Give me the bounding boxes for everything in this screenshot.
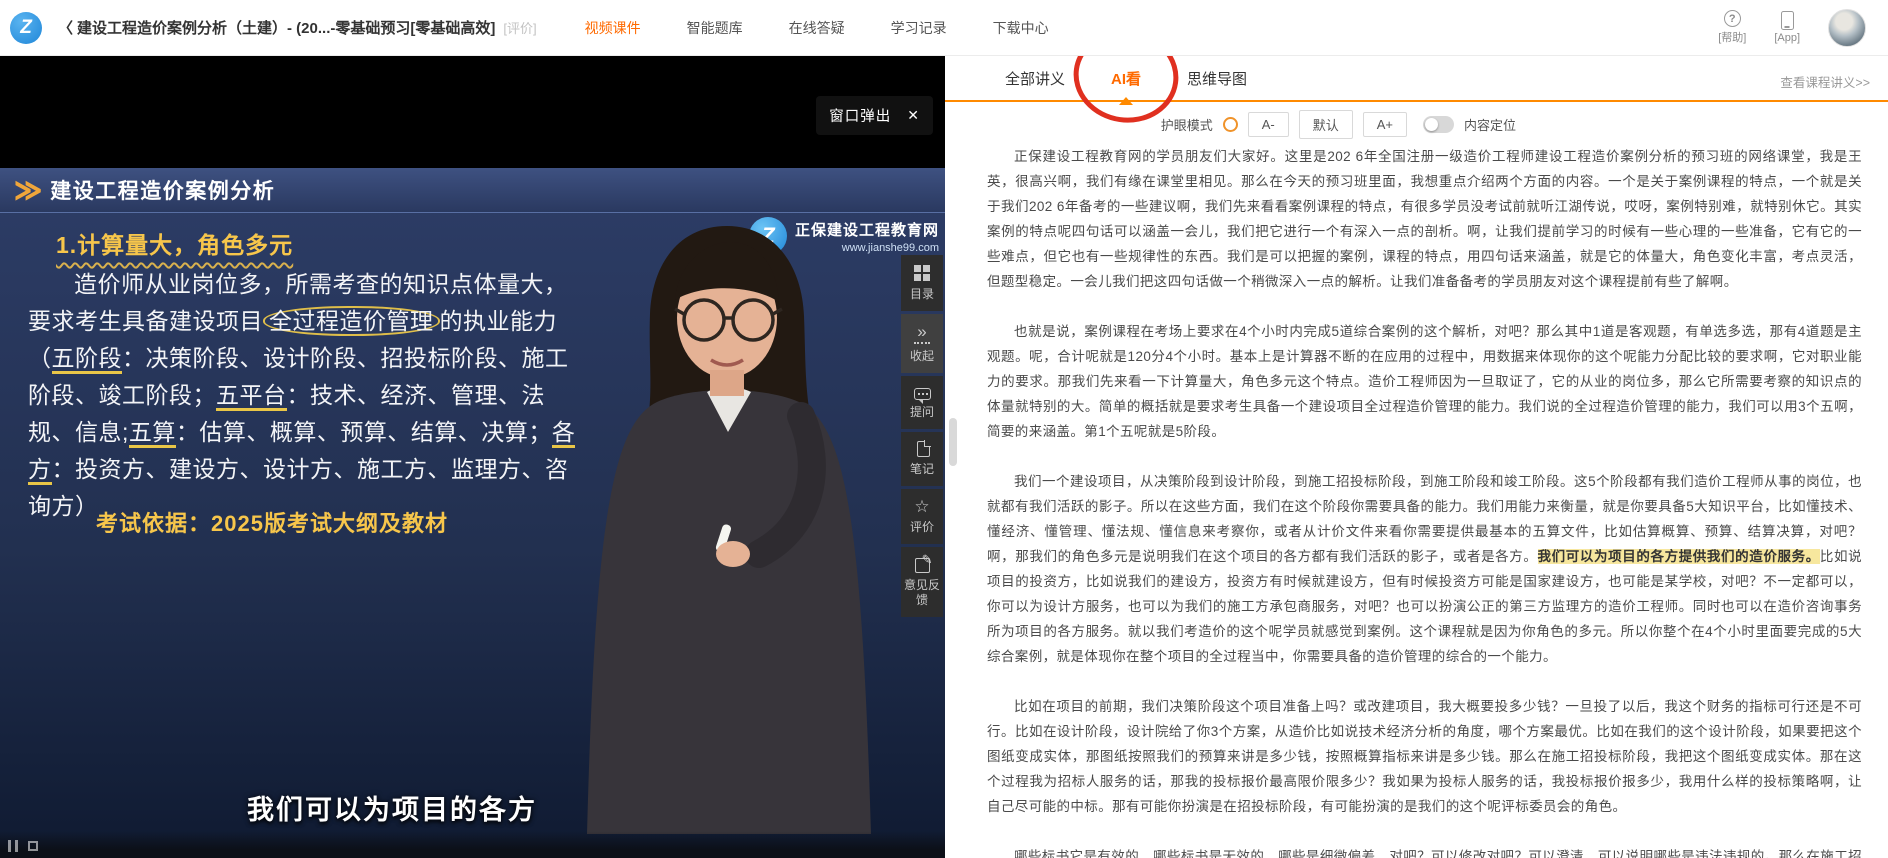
feedback-icon bbox=[915, 558, 930, 573]
star-icon: ☆ bbox=[914, 498, 929, 515]
toolbar-item-label: 提问 bbox=[910, 405, 934, 420]
transcript-highlighted-sentence: 我们可以为项目的各方提供我们的造价服务。 bbox=[1538, 549, 1820, 564]
slide-title: 建设工程造价案例分析 bbox=[50, 175, 275, 205]
toolbar-item-label: 目录 bbox=[910, 287, 934, 302]
video-side-toolbar: 目录 » 收起提问笔记 ☆ 评价意见反馈 bbox=[901, 255, 943, 617]
grid-icon bbox=[913, 264, 931, 282]
topbar-menu: 视频课件 智能题库 在线答疑 学习记录 下载中心 bbox=[585, 18, 1049, 38]
main-area: ≫ 建设工程造价案例分析 Z 正保建设工程教育网 www.jianshe99.c… bbox=[0, 56, 1888, 858]
toolbar-item-label: 意见反馈 bbox=[904, 578, 940, 608]
popup-window-chip[interactable]: 窗口弹出 ✕ bbox=[816, 96, 933, 135]
active-tab-caret-icon bbox=[1119, 97, 1133, 105]
transcript-text-run: 也就是说，案例课程在考场上要求在4个小时内完成5道综合案例的这个解析，对吧？那么… bbox=[987, 324, 1862, 439]
site-logo-icon[interactable]: Z bbox=[10, 12, 42, 44]
slide-body-text: 造价师从业岗位多，所需考查的知识点体量大，要求考生具备建设项目全过程造价管理的执… bbox=[28, 266, 580, 525]
tab-思维导图[interactable]: 思维导图 bbox=[1187, 68, 1247, 89]
stop-icon[interactable] bbox=[28, 841, 38, 851]
ai-transcript: 正保建设工程教育网的学员朋友们大家好。这里是202 6年全国注册一级造价工程师建… bbox=[987, 144, 1862, 858]
toolbar-item-feedback[interactable]: 意见反馈 bbox=[901, 547, 943, 617]
tab-AI看[interactable]: AI看 bbox=[1111, 68, 1141, 89]
toolbar-item-grid[interactable]: 目录 bbox=[901, 255, 943, 311]
slide-text-run: ：估算、概算、预算、结算、决算； bbox=[176, 419, 552, 445]
rating-link[interactable]: [评价] bbox=[503, 18, 536, 37]
font-default-button[interactable]: 默认 bbox=[1299, 110, 1353, 139]
video-player[interactable]: ≫ 建设工程造价案例分析 Z 正保建设工程教育网 www.jianshe99.c… bbox=[0, 56, 945, 858]
reader-settings-bar: 护眼模式 A- 默认 A+ 内容定位 bbox=[1161, 110, 1516, 139]
course-title: 建设工程造价案例分析（土建）- (20...-零基础预习[零基础高效] bbox=[77, 17, 495, 38]
handout-panel: 全部讲义AI看思维导图 查看课程讲义>> 护眼模式 A- 默认 A+ 内容定位 … bbox=[945, 56, 1888, 858]
eye-mode-label: 护眼模式 bbox=[1161, 115, 1213, 134]
menu-item-1[interactable]: 智能题库 bbox=[687, 18, 743, 38]
exam-basis-line: 考试依据：2025版考试大纲及教材 bbox=[96, 506, 448, 538]
transcript-text-run: 比如在项目的前期，我们决策阶段这个项目准备上吗？或改建项目，我大概要投多少钱？一… bbox=[987, 699, 1862, 814]
app-button[interactable]: [App] bbox=[1774, 11, 1800, 44]
content-locate-toggle[interactable] bbox=[1423, 116, 1454, 133]
pause-icon[interactable] bbox=[8, 840, 18, 852]
app-label: [App] bbox=[1774, 32, 1800, 44]
transcript-text-run: 正保建设工程教育网的学员朋友们大家好。这里是202 6年全国注册一级造价工程师建… bbox=[987, 149, 1862, 289]
video-subtitle: 我们可以为项目的各方 bbox=[247, 788, 537, 827]
panel-tabs-row: 全部讲义 AI看 思维导图 bbox=[945, 56, 1888, 102]
menu-item-0[interactable]: 视频课件 bbox=[585, 18, 641, 38]
top-navigation-bar: Z 〈 建设工程造价案例分析（土建）- (20...-零基础预习[零基础高效] … bbox=[0, 0, 1888, 56]
panel-resize-handle[interactable] bbox=[949, 418, 957, 466]
transcript-text-run: 哪些标书它是有效的，哪些标书是无效的，哪些是细微偏差，对吧？可以修改对吧？可以澄… bbox=[987, 849, 1862, 858]
toolbar-item-note[interactable]: 笔记 bbox=[901, 432, 943, 486]
transcript-paragraph-3: 我们一个建设项目，从决策阶段到设计阶段，到施工招投标阶段，到施工阶段和竣工阶段。… bbox=[987, 469, 1862, 669]
slide-text-marked-circle: 全过程造价管理 bbox=[263, 306, 440, 336]
popup-label: 窗口弹出 bbox=[829, 105, 891, 126]
toolbar-item-label: 笔记 bbox=[910, 462, 934, 477]
content-locate-label: 内容定位 bbox=[1464, 115, 1516, 134]
phone-icon bbox=[1781, 11, 1794, 30]
collapse-icon: » bbox=[914, 323, 930, 344]
transcript-text-run: 比如说项目的投资方，比如说我们的建设方，投资方有时候就建设方，但有时候投资方可能… bbox=[987, 549, 1862, 664]
font-smaller-button[interactable]: A- bbox=[1248, 112, 1289, 137]
note-icon bbox=[917, 441, 930, 457]
transcript-paragraph-4: 比如在项目的前期，我们决策阶段这个项目准备上吗？或改建项目，我大概要投多少钱？一… bbox=[987, 694, 1862, 819]
slide-heading: 1.计算量大，角色多元 bbox=[56, 226, 293, 260]
chat-icon bbox=[914, 388, 931, 400]
slide-header-band: ≫ 建设工程造价案例分析 bbox=[0, 168, 945, 213]
slide-text-marked-under: 五平台 bbox=[216, 382, 287, 411]
transcript-paragraph-5: 哪些标书它是有效的，哪些标书是无效的，哪些是细微偏差，对吧？可以修改对吧？可以澄… bbox=[987, 844, 1862, 858]
help-label: [帮助] bbox=[1718, 29, 1746, 45]
toolbar-item-star[interactable]: ☆ 评价 bbox=[901, 489, 943, 544]
transcript-paragraph-2: 也就是说，案例课程在考场上要求在4个小时内完成5道综合案例的这个解析，对吧？那么… bbox=[987, 319, 1862, 444]
topbar-right-group: ? [帮助] [App] bbox=[1718, 9, 1872, 47]
back-chevron-icon[interactable]: 〈 bbox=[58, 17, 73, 38]
toolbar-item-chat[interactable]: 提问 bbox=[901, 376, 943, 429]
user-avatar[interactable] bbox=[1828, 9, 1866, 47]
player-control-icons[interactable] bbox=[8, 840, 38, 852]
video-controls-strip[interactable] bbox=[0, 831, 945, 858]
toolbar-item-label: 收起 bbox=[910, 349, 934, 364]
toolbar-item-label: 评价 bbox=[910, 520, 934, 535]
toolbar-item-collapse[interactable]: » 收起 bbox=[901, 314, 943, 373]
menu-item-2[interactable]: 在线答疑 bbox=[789, 18, 845, 38]
eye-mode-radio[interactable] bbox=[1223, 117, 1238, 132]
transcript-paragraph-1: 正保建设工程教育网的学员朋友们大家好。这里是202 6年全国注册一级造价工程师建… bbox=[987, 144, 1862, 294]
question-icon: ? bbox=[1724, 10, 1741, 27]
tab-全部讲义[interactable]: 全部讲义 bbox=[1005, 68, 1065, 89]
close-icon[interactable]: ✕ bbox=[907, 107, 920, 124]
chevrons-icon: ≫ bbox=[14, 174, 38, 205]
menu-item-4[interactable]: 下载中心 bbox=[993, 18, 1049, 38]
slide-text-marked-under: 五阶段 bbox=[52, 345, 123, 374]
presenter-image bbox=[561, 220, 893, 834]
view-handout-link[interactable]: 查看课程讲义>> bbox=[1780, 72, 1870, 91]
help-button[interactable]: ? [帮助] bbox=[1718, 10, 1746, 45]
menu-item-3[interactable]: 学习记录 bbox=[891, 18, 947, 38]
slide-text-marked-under: 五算 bbox=[129, 419, 176, 448]
font-larger-button[interactable]: A+ bbox=[1363, 112, 1407, 137]
